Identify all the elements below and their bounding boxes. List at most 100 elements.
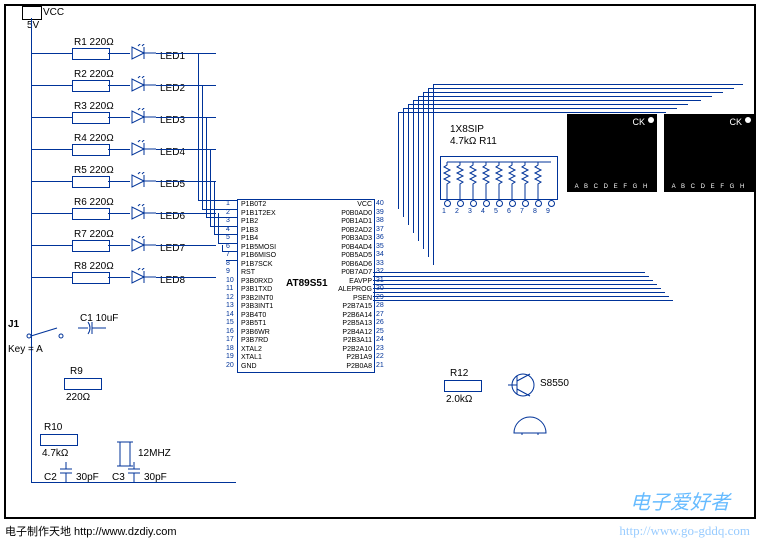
label-r5: R5 220Ω (74, 165, 114, 176)
mcu-pin-left-11: P3B1TXD (241, 286, 272, 293)
capacitor-c2 (58, 462, 74, 484)
display1-dot (648, 117, 654, 123)
switch-j1: J1 (8, 319, 19, 330)
mcu-pinnum-right-1: 40 (376, 200, 384, 207)
mcu-pinnum-right-19: 22 (376, 353, 384, 360)
label-r4: R4 220Ω (74, 133, 114, 144)
mcu-pin-left-3: P1B2 (241, 218, 258, 225)
mcu-pin-right-18: P2B2A10 (342, 346, 372, 353)
mcu-pin-right-8: P0B6AD6 (341, 261, 372, 268)
mcu-pinnum-left-6: 6 (226, 243, 230, 250)
mcu-pin-right-13: P2B7A15 (342, 303, 372, 310)
mcu-pin-right-10: EAVPP (349, 278, 372, 285)
r10-name: R10 (44, 422, 62, 433)
c2-value: 30pF (76, 472, 99, 483)
crystal-value: 12MHZ (138, 448, 171, 459)
vcc-terminal (22, 6, 42, 20)
mcu-pin-right-5: P0B3AD3 (341, 235, 372, 242)
mcu-pinnum-left-3: 3 (226, 217, 230, 224)
mcu-pinnum-left-17: 17 (226, 336, 234, 343)
resistor-r5 (72, 176, 110, 188)
label-r6: R6 220Ω (74, 197, 114, 208)
sip-pin-9 (548, 200, 555, 207)
mcu-pin-right-3: P0B1AD1 (341, 218, 372, 225)
mcu-pin-left-17: P3B7RD (241, 337, 268, 344)
mcu-pinnum-left-18: 18 (226, 345, 234, 352)
mcu-pinnum-right-20: 21 (376, 362, 384, 369)
display2-ck: CK (729, 117, 742, 127)
transistor-s8550 (508, 370, 538, 402)
mcu-pin-left-16: P3B6WR (241, 329, 270, 336)
label-r3: R3 220Ω (74, 101, 114, 112)
label-r2: R2 220Ω (74, 69, 114, 80)
sip-pin-4 (483, 200, 490, 207)
mcu-pin-right-9: P0B7AD7 (341, 269, 372, 276)
vcc-voltage: 5V (27, 20, 39, 31)
switch-icon (25, 326, 65, 340)
display1-segments: A B C D E F G H (567, 184, 657, 190)
vcc-rail (31, 18, 32, 482)
mcu-pin-right-12: PSEN (353, 295, 372, 302)
mcu-pin-right-6: P0B4AD4 (341, 244, 372, 251)
c2-name: C2 (44, 472, 57, 483)
mcu-pin-left-12: P3B2INT0 (241, 295, 273, 302)
sip-pin-5 (496, 200, 503, 207)
mcu-pinnum-right-15: 26 (376, 319, 384, 326)
r9-value: 220Ω (66, 392, 90, 403)
sip-pin-7 (522, 200, 529, 207)
sip-pin-3 (470, 200, 477, 207)
mcu-pin-left-10: P3B0RXD (241, 278, 273, 285)
label-r7: R7 220Ω (74, 229, 114, 240)
mcu-pinnum-right-10: 31 (376, 277, 384, 284)
resistor-r2 (72, 80, 110, 92)
capacitor-c3 (126, 462, 142, 484)
mcu-pin-left-6: P1B5MOSI (241, 244, 276, 251)
resistor-r6 (72, 208, 110, 220)
mcu-pinnum-left-19: 19 (226, 353, 234, 360)
c3-value: 30pF (144, 472, 167, 483)
mcu-pinnum-left-10: 10 (226, 277, 234, 284)
mcu-pin-right-20: P2B0A8 (346, 363, 372, 370)
sip-label: 1X8SIP (450, 124, 484, 135)
mcu-pinnum-right-13: 28 (376, 302, 384, 309)
mcu-pinnum-right-7: 34 (376, 251, 384, 258)
mcu-pin-right-17: P2B3A11 (343, 337, 372, 344)
seven-seg-display-2: CK A B C D E F G H (664, 114, 754, 192)
mcu-pinnum-left-15: 15 (226, 319, 234, 326)
mcu-pin-left-15: P3B5T1 (241, 320, 266, 327)
mcu-pinnum-right-16: 25 (376, 328, 384, 335)
mcu-pin-right-14: P2B6A14 (342, 312, 372, 319)
mcu-pinnum-right-9: 32 (376, 268, 384, 275)
mcu-pin-left-18: XTAL2 (241, 346, 262, 353)
mcu-pinnum-left-4: 4 (226, 226, 230, 233)
sip-pin-1 (444, 200, 451, 207)
mcu-pin-left-8: P1B7SCK (241, 261, 273, 268)
mcu-pin-left-19: XTAL1 (241, 354, 262, 361)
watermark-cn: 电子爱好者 (630, 486, 730, 515)
seven-seg-display-1: CK A B C D E F G H (567, 114, 657, 192)
mcu-pinnum-left-20: 20 (226, 362, 234, 369)
mcu-pinnum-right-17: 24 (376, 336, 384, 343)
transistor-name: S8550 (540, 378, 569, 389)
mcu-pinnum-right-11: 30 (376, 285, 384, 292)
r10-value: 4.7kΩ (42, 448, 68, 459)
watermark-url: http://www.go-gddq.com (619, 523, 750, 539)
mcu-pinnum-left-9: 9 (226, 268, 230, 275)
mcu-pinnum-right-4: 37 (376, 226, 384, 233)
led-6 (130, 204, 158, 224)
resistor-r3 (72, 112, 110, 124)
resistor-r9 (64, 378, 102, 390)
sip-pin-8 (535, 200, 542, 207)
mcu-pinnum-right-2: 39 (376, 209, 384, 216)
resistor-r10 (40, 434, 78, 446)
led-3 (130, 108, 158, 128)
resistor-r1 (72, 48, 110, 60)
led-4 (130, 140, 158, 160)
c3-name: C3 (112, 472, 125, 483)
mcu-pin-left-13: P3B3INT1 (241, 303, 273, 310)
sip-pin-2 (457, 200, 464, 207)
mcu-pinnum-left-8: 8 (226, 260, 230, 267)
resistor-r7 (72, 240, 110, 252)
mcu-pin-right-16: P2B4A12 (342, 329, 372, 336)
led-8 (130, 268, 158, 288)
